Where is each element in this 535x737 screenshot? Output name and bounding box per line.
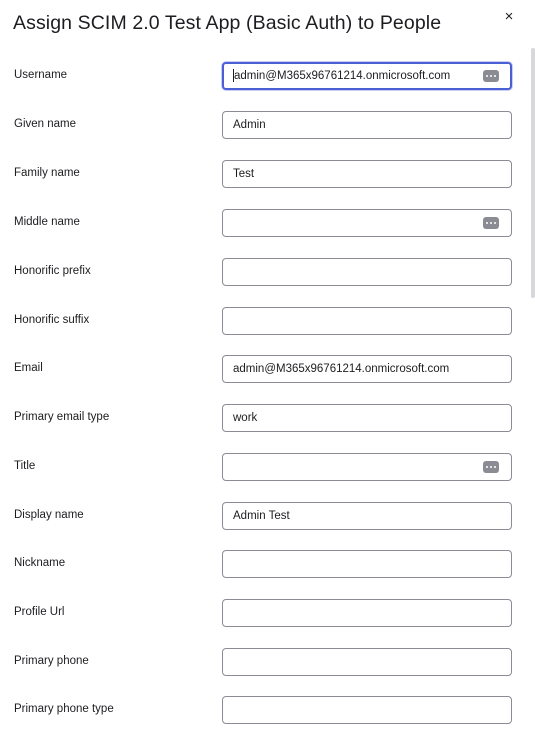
input-value: admin@M365x96761214.onmicrosoft.com (234, 70, 451, 82)
field-label: Family name (14, 167, 80, 179)
field-row-nickname: Nickname (0, 550, 531, 591)
nickname-input[interactable] (222, 550, 512, 578)
field-label: Primary email type (14, 411, 110, 423)
field-row-honorific-prefix: Honorific prefix (0, 258, 531, 299)
field-label: Honorific prefix (14, 265, 91, 277)
scrollbar[interactable] (531, 48, 535, 298)
field-row-middle-name: Middle name (0, 209, 531, 250)
ellipsis-icon[interactable] (483, 70, 499, 82)
field-row-family-name: Family name Test (0, 160, 531, 201)
field-row-display-name: Display name Admin Test (0, 502, 531, 543)
username-input[interactable]: admin@M365x96761214.onmicrosoft.com (222, 62, 512, 90)
field-row-honorific-suffix: Honorific suffix (0, 307, 531, 348)
field-row-primary-email-type: Primary email type work (0, 404, 531, 445)
assign-dialog: Assign SCIM 2.0 Test App (Basic Auth) to… (0, 0, 535, 737)
honorific-suffix-input[interactable] (222, 307, 512, 335)
input-value: Test (233, 168, 255, 180)
field-label: Profile Url (14, 606, 65, 618)
field-row-given-name: Given name Admin (0, 111, 531, 152)
field-row-title: Title (0, 453, 531, 494)
field-row-email: Email admin@M365x96761214.onmicrosoft.co… (0, 355, 531, 396)
ellipsis-icon[interactable] (483, 461, 499, 473)
given-name-input[interactable]: Admin (222, 111, 512, 139)
input-value: Admin (233, 119, 266, 131)
field-row-primary-phone-type: Primary phone type (0, 696, 531, 737)
primary-email-type-input[interactable]: work (222, 404, 512, 432)
profile-url-input[interactable] (222, 599, 512, 627)
close-icon[interactable]: × (500, 8, 518, 26)
field-label: Nickname (14, 557, 66, 569)
field-label: Primary phone (14, 655, 89, 667)
title-input[interactable] (222, 453, 512, 481)
field-row-username: Username admin@M365x96761214.onmicrosoft… (0, 62, 531, 103)
middle-name-input[interactable] (222, 209, 512, 237)
display-name-input[interactable]: Admin Test (222, 502, 512, 530)
dialog-title: Assign SCIM 2.0 Test App (Basic Auth) to… (13, 12, 442, 34)
honorific-prefix-input[interactable] (222, 258, 512, 286)
primary-phone-input[interactable] (222, 648, 512, 676)
field-label: Email (14, 362, 43, 374)
field-label: Display name (14, 509, 84, 521)
family-name-input[interactable]: Test (222, 160, 512, 188)
field-row-primary-phone: Primary phone (0, 648, 531, 689)
field-label: Title (14, 460, 36, 472)
field-label: Primary phone type (14, 703, 114, 715)
field-label: Username (14, 69, 68, 81)
input-value: work (233, 412, 258, 424)
primary-phone-type-input[interactable] (222, 696, 512, 724)
field-row-profile-url: Profile Url (0, 599, 531, 640)
field-label: Middle name (14, 216, 80, 228)
ellipsis-icon[interactable] (483, 217, 499, 229)
email-input[interactable]: admin@M365x96761214.onmicrosoft.com (222, 355, 512, 383)
input-value: admin@M365x96761214.onmicrosoft.com (233, 363, 450, 375)
field-label: Honorific suffix (14, 314, 90, 326)
field-label: Given name (14, 118, 77, 130)
input-value: Admin Test (233, 510, 290, 522)
